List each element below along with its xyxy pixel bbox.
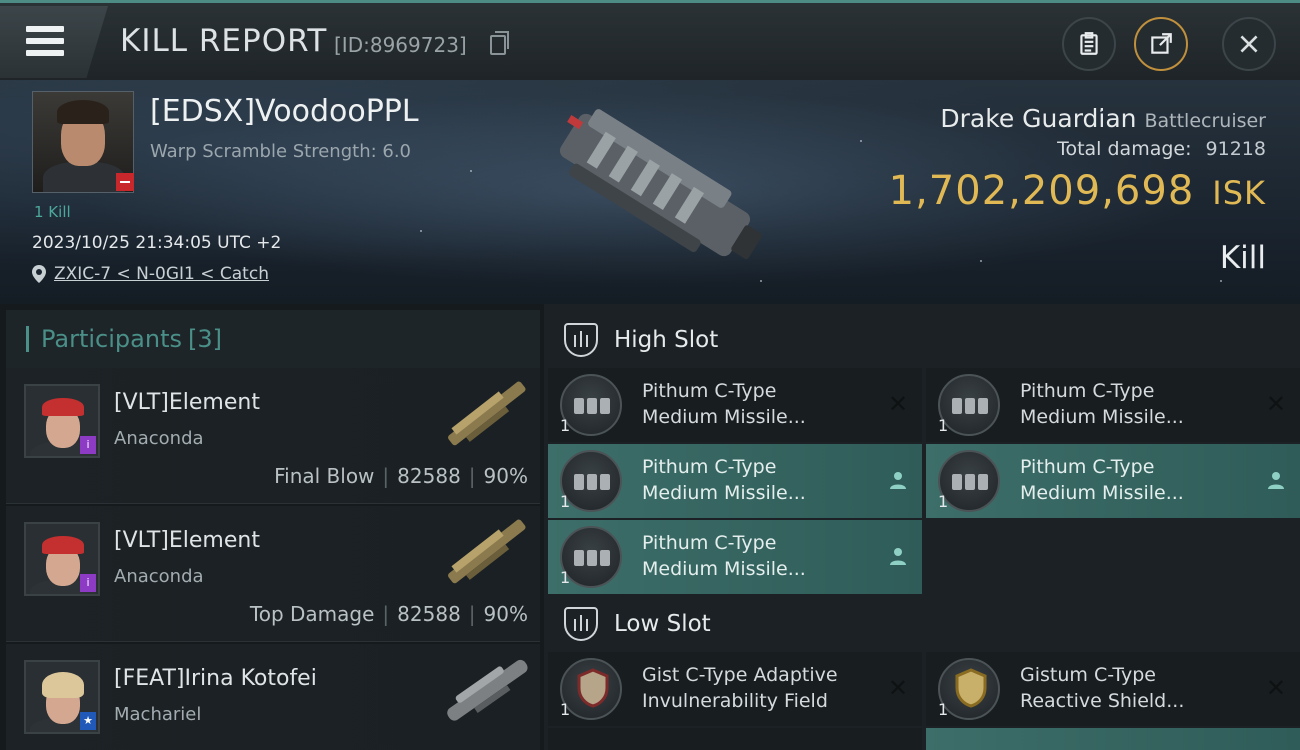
kill-location[interactable]: ZXIC-7 < N-0GI1 < Catch xyxy=(32,264,269,284)
destroyed-icon: ✕ xyxy=(1265,674,1287,702)
warp-scramble-strength: Warp Scramble Strength: 6.0 xyxy=(150,141,412,162)
module-item[interactable]: 1 Pithum C-Type Medium Missile... xyxy=(926,444,1300,518)
module-name: Pithum C-Type Medium Missile... xyxy=(642,532,806,580)
participant-ship: Anaconda xyxy=(114,428,204,449)
participant-avatar[interactable]: i xyxy=(24,384,100,458)
participant-avatar[interactable]: i xyxy=(24,522,100,596)
high-slot-header: High Slot xyxy=(548,310,1300,370)
person-icon xyxy=(1268,472,1284,489)
module-name: Pithum C-Type Medium Missile... xyxy=(642,456,806,504)
anaconda-ship-icon xyxy=(448,381,526,446)
corp-badge-icon: i xyxy=(80,574,96,592)
participants-panel: Participants [3] i [VLT]Element Anaconda… xyxy=(0,304,544,750)
destroyed-icon: ✕ xyxy=(887,390,909,418)
participant-ship: Anaconda xyxy=(114,566,204,587)
participants-count: [3] xyxy=(187,325,222,353)
module-quantity: 1 xyxy=(560,492,571,511)
anaconda-ship-icon xyxy=(448,519,526,584)
header-bar: KILL REPORT [ID:8969723] xyxy=(0,0,1300,80)
module-name: Pithum C-Type Medium Missile... xyxy=(642,380,806,428)
module-quantity: 1 xyxy=(560,568,571,587)
participant-name: [VLT]Element xyxy=(114,390,260,415)
isk-value: 1,702,209,698 ISK xyxy=(889,168,1266,214)
close-button[interactable] xyxy=(1222,17,1276,71)
module-item[interactable]: 1 Pithum C-Type Medium Missile... xyxy=(548,520,922,594)
high-slot-icon xyxy=(564,323,598,357)
hostile-status-icon xyxy=(116,173,134,191)
participant-damage: 82588 xyxy=(397,602,461,626)
participant-row[interactable]: i [VLT]Element Anaconda Final Blow | 82588… xyxy=(6,368,540,504)
participant-percent: 90% xyxy=(483,602,528,626)
participant-ship: Machariel xyxy=(114,704,202,725)
participant-stats: Top Damage | 82588 | 90% xyxy=(249,602,528,626)
fitting-panel: High Slot 1 Pithum C-Type Medium Missile.… xyxy=(544,304,1300,750)
module-quantity: 1 xyxy=(938,416,949,435)
module-item[interactable] xyxy=(548,728,922,750)
close-icon xyxy=(1240,35,1258,53)
drake-guardian-ship-icon xyxy=(559,109,762,260)
menu-button[interactable] xyxy=(0,6,108,78)
module-quantity: 1 xyxy=(938,700,949,719)
module-name: Pithum C-Type Medium Missile... xyxy=(1020,456,1184,504)
module-item[interactable]: 1 Pithum C-Type Medium Missile... xyxy=(548,444,922,518)
total-damage: Total damage: 91218 xyxy=(1057,138,1266,160)
page-title: KILL REPORT xyxy=(120,23,328,59)
ship-type[interactable]: Drake Guardian Battlecruiser xyxy=(940,104,1266,133)
participant-role: Final Blow xyxy=(274,464,375,488)
participant-percent: 90% xyxy=(483,464,528,488)
module-name: Gistum C-Type Reactive Shield... xyxy=(1020,664,1185,712)
participants-header: Participants [3] xyxy=(6,310,540,368)
copy-icon[interactable] xyxy=(490,31,509,55)
participant-damage: 82588 xyxy=(397,464,461,488)
module-quantity: 1 xyxy=(560,700,571,719)
kill-count: 1 Kill xyxy=(34,203,71,221)
participant-row[interactable]: i [VLT]Element Anaconda Top Damage | 82588… xyxy=(6,506,540,642)
low-slot-label: Low Slot xyxy=(614,611,711,637)
participant-avatar[interactable]: ★ xyxy=(24,660,100,734)
module-item[interactable]: 1 Pithum C-Type Medium Missile... ✕ xyxy=(548,368,922,442)
destroyed-icon: ✕ xyxy=(1265,390,1287,418)
kill-type: Kill xyxy=(1219,240,1266,276)
person-icon xyxy=(890,472,906,489)
module-quantity: 1 xyxy=(560,416,571,435)
machariel-ship-icon xyxy=(447,659,528,721)
corp-badge-icon: i xyxy=(80,436,96,454)
module-item[interactable] xyxy=(926,728,1300,750)
participant-row[interactable]: ★ [FEAT]Irina Kotofei Machariel xyxy=(6,644,540,750)
module-name: Pithum C-Type Medium Missile... xyxy=(1020,380,1184,428)
menu-icon xyxy=(26,26,64,56)
share-icon xyxy=(1151,33,1172,54)
corp-star-badge-icon: ★ xyxy=(80,712,96,730)
kill-datetime: 2023/10/25 21:34:05 UTC +2 xyxy=(32,233,282,253)
module-item[interactable]: 1 Gist C-Type Adaptive Invulnerability Fi… xyxy=(548,652,922,726)
total-damage-value: 91218 xyxy=(1205,138,1266,160)
low-slot-icon xyxy=(564,607,598,641)
clipboard-icon xyxy=(1080,32,1098,55)
location-pin-icon xyxy=(32,265,46,283)
participant-stats: Final Blow | 82588 | 90% xyxy=(274,464,528,488)
participants-label: Participants xyxy=(41,325,182,353)
isk-unit: ISK xyxy=(1212,174,1266,212)
low-slot-header: Low Slot xyxy=(548,594,1300,654)
clipboard-button[interactable] xyxy=(1062,17,1116,71)
participant-role: Top Damage xyxy=(249,602,375,626)
participant-name: [VLT]Element xyxy=(114,528,260,553)
participant-name: [FEAT]Irina Kotofei xyxy=(114,666,317,691)
location-link[interactable]: ZXIC-7 < N-0GI1 < Catch xyxy=(54,264,269,284)
ship-class: Battlecruiser xyxy=(1144,110,1266,132)
victim-summary: [EDSX]VoodooPPL Warp Scramble Strength: … xyxy=(0,80,1300,304)
share-button[interactable] xyxy=(1134,17,1188,71)
module-name: Gist C-Type Adaptive Invulnerability Fiel… xyxy=(642,664,838,712)
ship-name: Drake Guardian xyxy=(940,104,1137,133)
module-item[interactable]: 1 Pithum C-Type Medium Missile... ✕ xyxy=(926,368,1300,442)
high-slot-label: High Slot xyxy=(614,327,719,353)
report-id: [ID:8969723] xyxy=(334,33,467,57)
victim-name[interactable]: [EDSX]VoodooPPL xyxy=(150,94,419,129)
total-damage-label: Total damage: xyxy=(1057,138,1192,160)
person-icon xyxy=(890,548,906,565)
destroyed-icon: ✕ xyxy=(887,674,909,702)
isk-amount: 1,702,209,698 xyxy=(888,168,1195,214)
module-quantity: 1 xyxy=(938,492,949,511)
module-item[interactable]: 1 Gistum C-Type Reactive Shield... ✕ xyxy=(926,652,1300,726)
